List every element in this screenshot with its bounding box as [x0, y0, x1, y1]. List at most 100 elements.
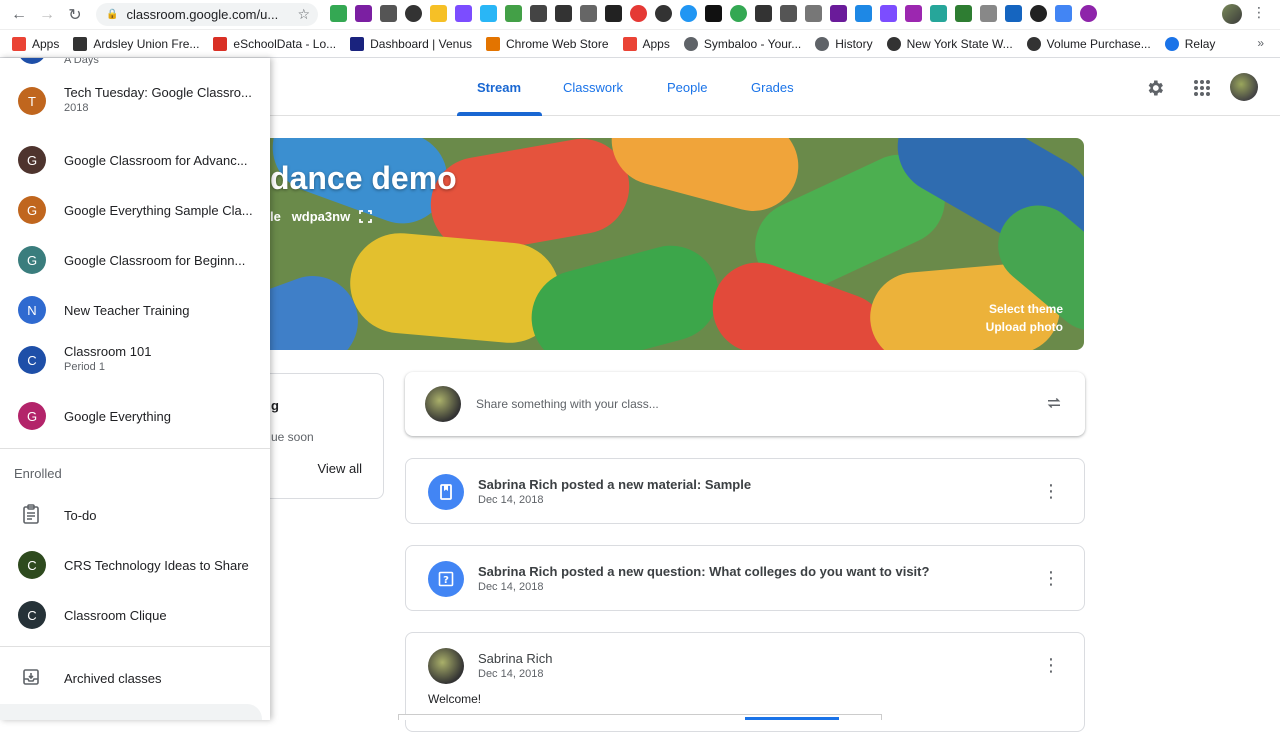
- extension-icon[interactable]: [830, 5, 847, 22]
- extension-icon[interactable]: [855, 5, 872, 22]
- extension-icon[interactable]: [1005, 5, 1022, 22]
- globe-icon: [886, 36, 901, 51]
- extension-icon[interactable]: [555, 5, 572, 22]
- extension-icon[interactable]: [330, 5, 347, 22]
- extension-icon[interactable]: [1055, 5, 1072, 22]
- extension-icon[interactable]: [630, 5, 647, 22]
- extension-icon[interactable]: [955, 5, 972, 22]
- extension-icon[interactable]: [930, 5, 947, 22]
- extension-icon[interactable]: [655, 5, 672, 22]
- extension-icon[interactable]: [880, 5, 897, 22]
- bookmark-item[interactable]: Apps: [12, 36, 60, 51]
- post-author: Sabrina Rich: [478, 651, 553, 666]
- apps-grid-icon: [12, 36, 26, 51]
- upload-photo-link[interactable]: Upload photo: [986, 320, 1063, 334]
- tab-classwork[interactable]: Classwork: [563, 80, 623, 95]
- post-date: Dec 14, 2018: [478, 494, 544, 506]
- browser-profile-avatar[interactable]: [1222, 4, 1242, 24]
- apps-grid-icon[interactable]: [1190, 76, 1214, 100]
- tab-people[interactable]: People: [667, 80, 707, 95]
- more-options-icon[interactable]: ⋮: [1042, 656, 1060, 674]
- drawer-class-item[interactable]: C CRS Technology Ideas to Share: [0, 540, 270, 590]
- bookmark-item[interactable]: Volume Purchase...: [1026, 36, 1151, 51]
- more-options-icon[interactable]: ⋮: [1042, 569, 1060, 587]
- class-avatar: G: [18, 402, 46, 430]
- bookmark-item[interactable]: New York State W...: [886, 36, 1013, 51]
- extension-icon[interactable]: [705, 5, 722, 22]
- view-all-link[interactable]: View all: [317, 461, 362, 476]
- bookmark-item[interactable]: Dashboard | Venus: [350, 36, 472, 51]
- account-avatar[interactable]: [1230, 73, 1258, 101]
- extension-icon[interactable]: [805, 5, 822, 22]
- extension-icon[interactable]: [505, 5, 522, 22]
- extension-icon[interactable]: [680, 5, 697, 22]
- settings-gear-icon[interactable]: [1143, 76, 1167, 100]
- extension-icon[interactable]: [1030, 5, 1047, 22]
- select-theme-link[interactable]: Select theme: [989, 302, 1063, 316]
- bookmark-item[interactable]: Chrome Web Store: [486, 36, 609, 51]
- bookmark-item[interactable]: eSchoolData - Lo...: [213, 36, 336, 51]
- drawer-item-archived[interactable]: Archived classes: [0, 653, 270, 703]
- bookmark-star-icon[interactable]: ☆: [297, 6, 310, 23]
- back-icon[interactable]: ←: [5, 1, 33, 29]
- tab-grades[interactable]: Grades: [751, 80, 794, 95]
- reload-icon[interactable]: ↻: [61, 1, 89, 29]
- extension-icon[interactable]: [380, 5, 397, 22]
- drawer-class-item[interactable]: G Google Classroom for Advanc...: [0, 135, 270, 185]
- drawer-class-item[interactable]: C Classroom Clique: [0, 590, 270, 640]
- tab-stream[interactable]: Stream: [477, 80, 521, 95]
- drawer-item-label: Google Classroom for Beginn...: [64, 253, 246, 268]
- drawer-class-item[interactable]: N New Teacher Training: [0, 285, 270, 335]
- stream-post[interactable]: ? Sabrina Rich posted a new question: Wh…: [405, 545, 1085, 611]
- drawer-class-item[interactable]: C Classroom 101 Period 1: [0, 335, 270, 385]
- post-title: Sabrina Rich posted a new question: What…: [478, 564, 930, 579]
- todo-icon: [20, 503, 42, 525]
- extension-icon[interactable]: [530, 5, 547, 22]
- bookmark-label: History: [835, 36, 873, 51]
- drawer-class-item[interactable]: G Google Classroom for Beginn...: [0, 235, 270, 285]
- extension-icon[interactable]: [480, 5, 497, 22]
- extension-icon[interactable]: [605, 5, 622, 22]
- post-date: Dec 14, 2018: [478, 668, 544, 680]
- more-bookmarks-icon[interactable]: »: [1257, 36, 1264, 50]
- relay-icon: [1164, 36, 1179, 51]
- drawer-item-settings[interactable]: [0, 704, 262, 720]
- extension-icon[interactable]: [580, 5, 597, 22]
- drawer-class-item[interactable]: T Tech Tuesday: Google Classro... 2018: [0, 76, 270, 126]
- extension-icon[interactable]: [1080, 5, 1097, 22]
- drawer-class-item[interactable]: G Google Everything Sample Cla...: [0, 185, 270, 235]
- forward-icon[interactable]: →: [33, 1, 61, 29]
- address-bar[interactable]: 🔒 classroom.google.com/u... ☆: [96, 3, 318, 26]
- extension-icon[interactable]: [455, 5, 472, 22]
- extensions-bar: [330, 5, 1097, 22]
- extension-icon[interactable]: [430, 5, 447, 22]
- bookmark-item[interactable]: Relay: [1164, 36, 1215, 51]
- drawer-item-todo[interactable]: To-do: [0, 490, 270, 540]
- drawer-class-item[interactable]: G Google Everything: [0, 391, 270, 441]
- class-code-row: le wdpa3nw: [270, 209, 372, 226]
- extension-icon[interactable]: [355, 5, 372, 22]
- bookmark-label: New York State W...: [906, 36, 1013, 51]
- bookmark-item[interactable]: Ardsley Union Fre...: [73, 36, 199, 51]
- upcoming-title: g: [271, 398, 279, 413]
- extension-icon[interactable]: [730, 5, 747, 22]
- extension-icon[interactable]: [780, 5, 797, 22]
- share-box[interactable]: Share something with your class...: [405, 372, 1085, 436]
- bookmark-label: Apps: [32, 36, 60, 51]
- bookmark-item[interactable]: Symbaloo - Your...: [683, 36, 801, 51]
- bookmark-item[interactable]: History: [815, 36, 873, 51]
- extension-icon[interactable]: [755, 5, 772, 22]
- drawer-item-label: CRS Technology Ideas to Share: [64, 558, 249, 573]
- drawer-item-label: To-do: [64, 508, 97, 523]
- drawer-item-subtitle: Period 1: [64, 361, 105, 373]
- bookmark-item[interactable]: Apps: [622, 36, 670, 51]
- browser-menu-icon[interactable]: ⋮: [1252, 4, 1266, 21]
- extension-icon[interactable]: [905, 5, 922, 22]
- repost-icon[interactable]: [1045, 394, 1063, 417]
- stream-post[interactable]: Sabrina Rich posted a new material: Samp…: [405, 458, 1085, 524]
- drawer-item-label: Archived classes: [64, 671, 162, 686]
- more-options-icon[interactable]: ⋮: [1042, 482, 1060, 500]
- extension-icon[interactable]: [980, 5, 997, 22]
- fullscreen-icon[interactable]: [358, 210, 372, 226]
- extension-icon[interactable]: [405, 5, 422, 22]
